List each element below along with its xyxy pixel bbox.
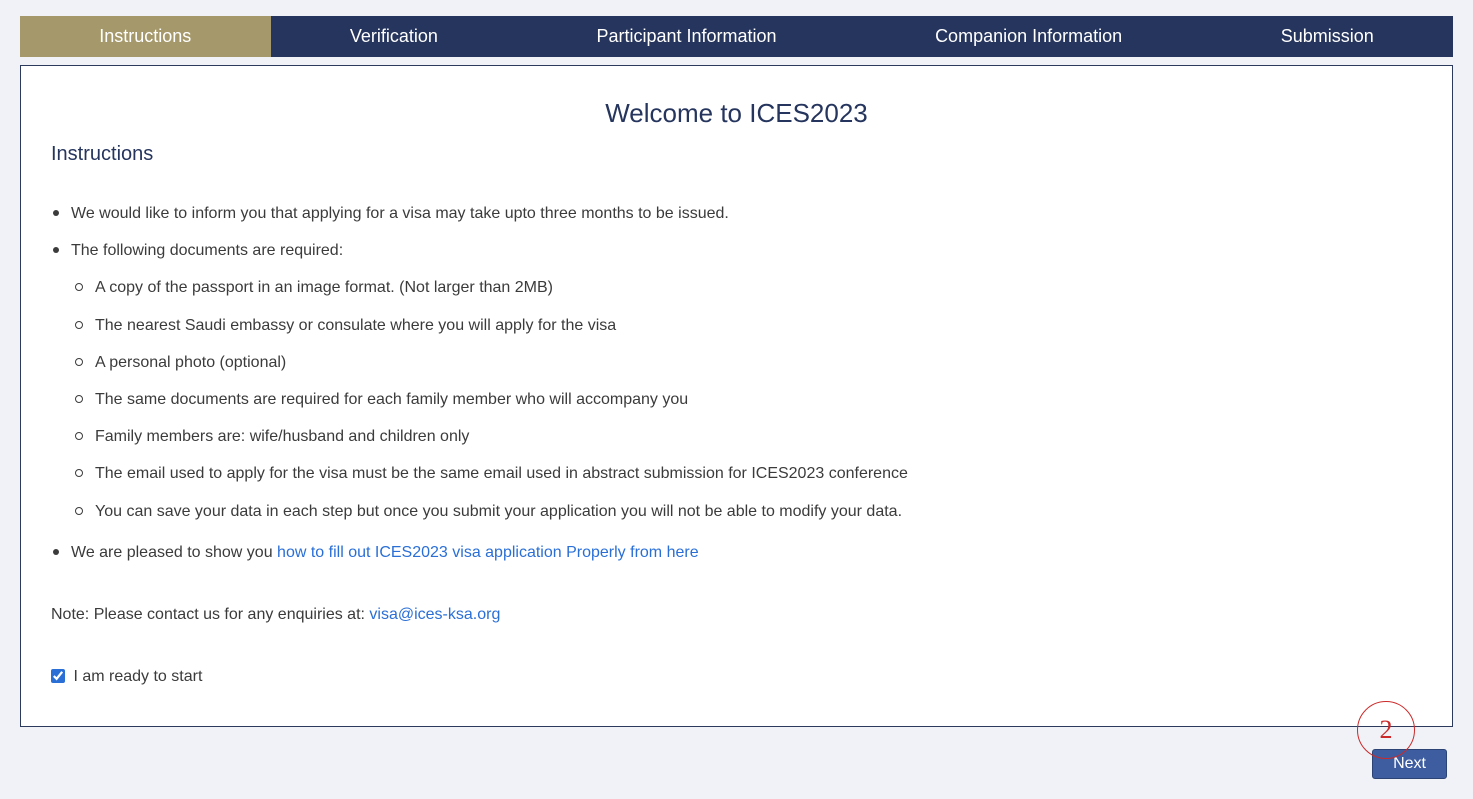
contact-email-link[interactable]: visa@ices-ksa.org <box>369 606 500 623</box>
content-panel: Welcome to ICES2023 Instructions We woul… <box>20 65 1453 727</box>
tab-companion-information[interactable]: Companion Information <box>856 16 1202 57</box>
how-to-fill-link[interactable]: how to fill out ICES2023 visa applicatio… <box>277 544 699 561</box>
instruction-list: We would like to inform you that applyin… <box>51 202 1422 564</box>
list-item: The following documents are required: A … <box>51 239 1422 523</box>
ready-label[interactable]: I am ready to start <box>51 668 202 685</box>
tab-participant-information[interactable]: Participant Information <box>517 16 856 57</box>
bottom-bar: 2 Next <box>20 727 1453 783</box>
list-item: The nearest Saudi embassy or consulate w… <box>71 314 1422 337</box>
list-item: A copy of the passport in an image forma… <box>71 276 1422 299</box>
section-title-instructions: Instructions <box>51 143 1422 166</box>
list-item: We would like to inform you that applyin… <box>51 202 1422 225</box>
list-item: A personal photo (optional) <box>71 351 1422 374</box>
list-item: The email used to apply for the visa mus… <box>71 462 1422 485</box>
ready-row: I am ready to start <box>51 668 1422 686</box>
ready-checkbox[interactable] <box>51 669 65 683</box>
contact-note-prefix: Note: Please contact us for any enquirie… <box>51 606 369 623</box>
list-item-text: We are pleased to show you <box>71 544 277 561</box>
list-item-text: The following documents are required: <box>71 242 343 259</box>
tab-verification[interactable]: Verification <box>271 16 518 57</box>
list-item: Family members are: wife/husband and chi… <box>71 425 1422 448</box>
contact-note: Note: Please contact us for any enquirie… <box>51 606 1422 624</box>
welcome-title: Welcome to ICES2023 <box>51 98 1422 129</box>
tab-bar: Instructions Verification Participant In… <box>20 16 1453 57</box>
list-item: You can save your data in each step but … <box>71 500 1422 523</box>
ready-label-text: I am ready to start <box>69 668 202 685</box>
tab-submission[interactable]: Submission <box>1201 16 1453 57</box>
next-button[interactable]: Next <box>1372 749 1447 779</box>
tab-instructions[interactable]: Instructions <box>20 16 271 57</box>
required-documents-list: A copy of the passport in an image forma… <box>71 276 1422 522</box>
list-item: The same documents are required for each… <box>71 388 1422 411</box>
list-item: We are pleased to show you how to fill o… <box>51 541 1422 564</box>
page-wrap: Instructions Verification Participant In… <box>0 0 1473 799</box>
